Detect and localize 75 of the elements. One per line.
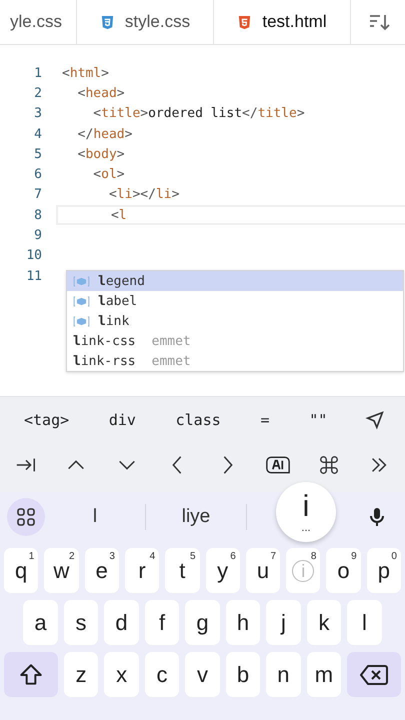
letter-key[interactable]: p$^{0}$: [366, 548, 401, 593]
letter-key[interactable]: h: [226, 600, 260, 645]
completion-detail: emmet: [152, 334, 191, 348]
completion-item[interactable]: link-css emmet: [67, 331, 403, 351]
letter-key[interactable]: g: [185, 600, 220, 645]
code-line: <html>: [62, 66, 109, 81]
ai-bubble-icon[interactable]: [266, 454, 290, 476]
letter-key[interactable]: j: [266, 600, 301, 645]
key-preview-letter: i: [302, 491, 310, 523]
letter-key[interactable]: q$^{1}$: [4, 548, 38, 593]
snippet-key[interactable]: =: [256, 409, 274, 431]
letter-key[interactable]: k: [306, 600, 342, 645]
word-suggestion[interactable]: liye: [146, 506, 246, 528]
snippet-key[interactable]: div: [104, 409, 140, 431]
line-number: 1: [33, 66, 42, 81]
completion-item[interactable]: link: [67, 311, 403, 331]
letter-key[interactable]: a: [23, 600, 58, 645]
cube-icon: [73, 296, 90, 306]
shift-key[interactable]: [4, 652, 58, 697]
code-line: </head>: [76, 126, 132, 142]
apps-button[interactable]: [7, 498, 45, 536]
backspace-key[interactable]: [347, 652, 402, 697]
letter-key[interactable]: d: [104, 600, 139, 645]
code-line: <l: [110, 208, 127, 223]
line-number: 2: [33, 86, 42, 101]
word-suggestion[interactable]: l: [45, 506, 145, 528]
letter-key[interactable]: y$^{6}$: [206, 548, 240, 593]
line-number: 3: [33, 106, 42, 122]
backspace-icon: [360, 664, 388, 686]
cube-icon: [73, 316, 90, 326]
letter-key[interactable]: r $^{4}$: [124, 548, 160, 593]
code-line: <li></li>: [108, 187, 180, 202]
snippet-key[interactable]: class: [172, 409, 225, 431]
completion-item[interactable]: legend: [67, 271, 403, 291]
letter-key[interactable]: u$^{7}$: [246, 548, 280, 593]
letter-key[interactable]: s: [64, 600, 98, 645]
cube-icon: [73, 276, 90, 286]
completion-item[interactable]: label: [67, 291, 403, 311]
letter-key[interactable]: b: [226, 652, 260, 697]
letter-key[interactable]: o$^{9}$: [326, 548, 361, 593]
line-number: 7: [33, 187, 42, 202]
letter-key[interactable]: t $^{5}$: [165, 548, 200, 593]
letter-key[interactable]: v: [185, 652, 220, 697]
letter-key[interactable]: m: [306, 652, 342, 697]
line-number: 6: [33, 167, 42, 182]
snippet-key[interactable]: <tag>: [20, 409, 74, 431]
line-number: 4: [33, 126, 42, 142]
letter-key[interactable]: c: [144, 652, 180, 697]
file-tab[interactable]: test.html: [214, 0, 351, 44]
code-line: <ol>: [92, 167, 125, 182]
letter-key[interactable]: f: [144, 600, 180, 645]
completion-detail: emmet: [152, 354, 191, 368]
grid-icon: [16, 507, 36, 527]
html-file-icon: [237, 14, 252, 30]
letter-key[interactable]: n: [266, 652, 301, 697]
code-line: <title>ordered list</title>: [92, 106, 305, 122]
css-file-icon: [100, 14, 115, 30]
letter-key[interactable]: e$^{3}$: [84, 548, 119, 593]
more-indicator: ...: [301, 523, 311, 533]
code-line: <body>: [76, 146, 125, 162]
shift-icon: [18, 662, 44, 688]
completion-item[interactable]: link-rss emmet: [67, 351, 403, 371]
line-number: 9: [33, 228, 42, 244]
letter-key[interactable]: z: [64, 652, 98, 697]
line-number: 11: [25, 268, 42, 284]
line-number: 8: [33, 208, 42, 223]
file-tab[interactable]: yle.css: [0, 0, 77, 44]
line-number: 5: [33, 146, 42, 162]
snippet-key[interactable]: "": [305, 409, 332, 431]
line-number: 10: [25, 248, 42, 264]
letter-key[interactable]: l: [347, 600, 382, 645]
file-tab[interactable]: style.css: [77, 0, 214, 44]
letter-key[interactable]: x: [104, 652, 139, 697]
letter-key[interactable]: w$^{2}$: [44, 548, 79, 593]
code-line: <head>: [76, 86, 125, 101]
